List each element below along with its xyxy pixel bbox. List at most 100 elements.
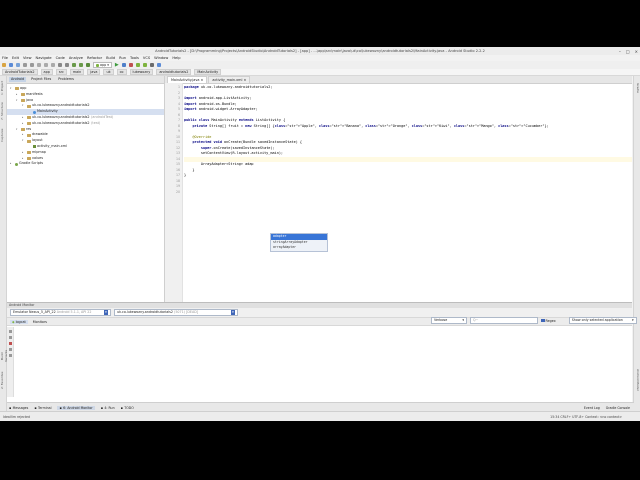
project-view-tab[interactable]: Project Files: [29, 77, 53, 82]
find-icon[interactable]: [58, 63, 62, 67]
android-model-tool-tab[interactable]: Android Model: [634, 366, 640, 394]
breadcrumb-item[interactable]: lukewozny: [129, 69, 154, 75]
device-select[interactable]: Emulator Nexus_5_API_22 Android 5.1.1, A…: [10, 309, 111, 316]
scroll-end-icon[interactable]: [8, 336, 12, 339]
favorites-tool-tab[interactable]: 2: Favorites: [0, 371, 6, 389]
bottom-tab[interactable]: ▪ 6: Android Monitor: [57, 405, 95, 410]
replace-icon[interactable]: [65, 63, 69, 67]
menu-code[interactable]: Code: [56, 56, 65, 60]
line-number: 2: [177, 90, 180, 95]
restart-icon[interactable]: [8, 342, 12, 345]
menu-build[interactable]: Build: [106, 56, 115, 60]
breadcrumb-item[interactable]: androidtutorials2: [156, 69, 192, 75]
tab-monitors[interactable]: Monitors: [31, 320, 49, 324]
line-number: 18: [175, 178, 180, 183]
screen-record-icon[interactable]: [8, 354, 12, 357]
code-line: }: [184, 167, 195, 172]
tree-toggle-icon[interactable]: ▾: [16, 98, 19, 104]
window-title: AndroidTutorials2 - [D:\Programming\Proj…: [155, 49, 485, 53]
breadcrumb-item[interactable]: app: [40, 69, 53, 75]
undo-icon[interactable]: [23, 63, 27, 67]
project-tool-tab[interactable]: 1: Project: [0, 79, 6, 97]
structure-tool-tab[interactable]: 7: Structure: [0, 102, 6, 120]
autocomplete-item[interactable]: arrayAdapter: [271, 245, 327, 251]
breadcrumb-item[interactable]: src: [55, 69, 67, 75]
filter-select[interactable]: Show only selected application ▾: [568, 317, 637, 324]
run-config-select[interactable]: app ▾: [93, 62, 112, 68]
maximize-icon[interactable]: □: [626, 49, 630, 54]
open-folder-icon[interactable]: [2, 63, 6, 67]
log-level-select[interactable]: Verbose ▾: [431, 317, 467, 324]
avd-manager-icon[interactable]: [135, 63, 140, 67]
xml-file-icon: [32, 145, 36, 149]
copy-icon[interactable]: [44, 63, 48, 67]
code-area[interactable]: adapter stringArrayAdapter arrayAdapter pa…: [184, 83, 632, 302]
bottom-right-tab[interactable]: Gradle Console: [606, 406, 630, 410]
breadcrumb-item[interactable]: MainActivity: [194, 69, 222, 75]
captures-tool-tab[interactable]: Captures: [0, 126, 6, 144]
tree-toggle-icon[interactable]: ▾: [16, 127, 19, 133]
tree-item[interactable]: ▸ Gradle Scripts: [7, 161, 164, 167]
menu-tools[interactable]: Tools: [130, 56, 139, 60]
breadcrumb-item[interactable]: uk: [103, 69, 114, 75]
tab-logcat[interactable]: ◆ logcat: [10, 319, 28, 324]
tree-toggle-icon[interactable]: ▾: [22, 103, 25, 109]
breadcrumb-item[interactable]: co: [116, 69, 127, 75]
menu-navigate[interactable]: Navigate: [36, 56, 52, 60]
bottom-tab[interactable]: ▪ 4: Run: [101, 406, 115, 410]
bottom-tab[interactable]: ▪ Terminal: [34, 406, 51, 410]
bottom-right-tab[interactable]: Event Log: [584, 406, 600, 410]
breadcrumb-item[interactable]: java: [87, 69, 101, 75]
close-icon[interactable]: ×: [242, 78, 246, 82]
run-icon[interactable]: ▶: [115, 62, 119, 68]
tree-toggle-icon[interactable]: ▾: [22, 138, 25, 144]
bottom-tab[interactable]: ▪ TODO: [121, 406, 134, 410]
forward-icon[interactable]: [79, 63, 83, 67]
project-structure-icon[interactable]: [149, 63, 154, 67]
regex-checkbox[interactable]: Regex: [541, 319, 556, 323]
close-icon[interactable]: ×: [635, 49, 638, 54]
build-variants-tool-tab[interactable]: Build Variants: [0, 346, 8, 366]
menu-refactor[interactable]: Refactor: [87, 56, 102, 60]
project-view-tab[interactable]: Problems: [56, 77, 76, 82]
close-icon[interactable]: ×: [199, 78, 204, 82]
sdk-manager-icon[interactable]: [142, 63, 147, 67]
save-icon[interactable]: [9, 63, 13, 67]
line-number: 1: [177, 85, 180, 89]
process-select[interactable]: uk.co.lukewozny.androidtutorials2 (5071)…: [114, 309, 238, 316]
make-project-icon[interactable]: [86, 63, 90, 67]
gradle-tool-tab[interactable]: Gradle: [634, 79, 640, 97]
menu-window[interactable]: Window: [154, 56, 168, 60]
tree-toggle-icon[interactable]: ▸: [22, 121, 25, 127]
editor-tab[interactable]: activity_main.xml ×: [208, 76, 251, 83]
breadcrumb-item[interactable]: main: [69, 69, 85, 75]
help-icon[interactable]: [156, 63, 161, 67]
logcat-search-input[interactable]: Q~: [470, 317, 538, 324]
screenshot-icon[interactable]: [8, 348, 12, 351]
back-icon[interactable]: [72, 63, 76, 67]
menu-edit[interactable]: Edit: [12, 56, 19, 60]
minimize-icon[interactable]: –: [619, 49, 621, 54]
menu-help[interactable]: Help: [172, 56, 180, 60]
tree-toggle-icon[interactable]: ▾: [10, 86, 13, 92]
autocomplete-popup[interactable]: adapter stringArrayAdapter arrayAdapter: [270, 233, 328, 252]
clear-log-icon[interactable]: [8, 330, 12, 333]
debug-icon[interactable]: [121, 63, 126, 67]
editor-tab[interactable]: MainActivity.java ×: [167, 76, 208, 83]
status-bar: IdeaVim rejected 15:34 CRLF÷ UTF-8÷ Cont…: [0, 411, 640, 421]
menu-run[interactable]: Run: [119, 56, 126, 60]
redo-icon[interactable]: [30, 63, 34, 67]
menu-analyze[interactable]: Analyze: [69, 56, 83, 60]
menu-view[interactable]: View: [23, 56, 32, 60]
paste-icon[interactable]: [51, 63, 55, 67]
cut-icon[interactable]: [37, 63, 41, 67]
tree-toggle-icon[interactable]: ▸: [10, 161, 13, 167]
project-panel-header: Android Project Files Problems: [7, 76, 164, 84]
bottom-tab[interactable]: ▪ Messages: [9, 406, 28, 410]
menu-file[interactable]: File: [2, 56, 8, 60]
project-view-tab[interactable]: Android: [9, 77, 27, 82]
menu-vcs[interactable]: VCS: [143, 56, 150, 60]
sync-icon[interactable]: [16, 63, 20, 67]
breadcrumb-item[interactable]: AndroidTutorials2: [2, 69, 38, 75]
stop-icon[interactable]: [128, 63, 133, 67]
